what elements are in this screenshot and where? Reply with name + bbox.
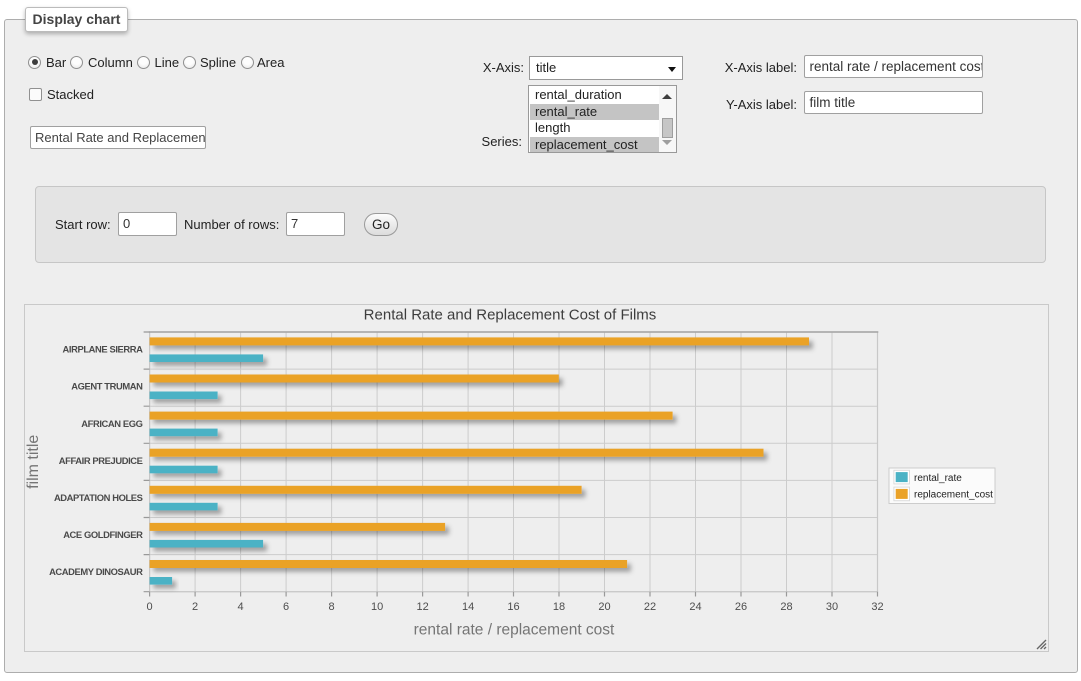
svg-text:AFRICAN EGG: AFRICAN EGG xyxy=(81,418,142,429)
svg-text:18: 18 xyxy=(553,601,565,613)
svg-text:ACE GOLDFINGER: ACE GOLDFINGER xyxy=(63,529,143,540)
svg-text:AGENT TRUMAN: AGENT TRUMAN xyxy=(71,381,143,392)
svg-text:replacement_cost: replacement_cost xyxy=(914,490,993,501)
svg-text:24: 24 xyxy=(689,601,701,613)
svg-text:AIRPLANE SIERRA: AIRPLANE SIERRA xyxy=(63,344,144,355)
svg-text:28: 28 xyxy=(780,601,792,613)
svg-text:10: 10 xyxy=(371,601,383,613)
svg-text:film title: film title xyxy=(25,435,42,489)
svg-text:14: 14 xyxy=(462,601,474,613)
svg-text:ADAPTATION HOLES: ADAPTATION HOLES xyxy=(54,492,143,503)
svg-text:2: 2 xyxy=(192,601,198,613)
svg-text:rental rate / replacement cost: rental rate / replacement cost xyxy=(414,622,615,639)
svg-text:12: 12 xyxy=(416,601,428,613)
svg-text:0: 0 xyxy=(147,601,153,613)
svg-text:4: 4 xyxy=(238,601,244,613)
svg-text:6: 6 xyxy=(283,601,289,613)
svg-text:rental_rate: rental_rate xyxy=(914,473,962,484)
svg-text:16: 16 xyxy=(507,601,519,613)
svg-text:Rental Rate and Replacement Co: Rental Rate and Replacement Cost of Film… xyxy=(364,307,657,324)
svg-text:8: 8 xyxy=(329,601,335,613)
svg-text:20: 20 xyxy=(598,601,610,613)
svg-text:32: 32 xyxy=(871,601,883,613)
svg-text:ACADEMY DINOSAUR: ACADEMY DINOSAUR xyxy=(49,566,143,577)
svg-text:22: 22 xyxy=(644,601,656,613)
svg-text:30: 30 xyxy=(826,601,838,613)
svg-text:26: 26 xyxy=(735,601,747,613)
svg-text:AFFAIR PREJUDICE: AFFAIR PREJUDICE xyxy=(59,455,143,466)
